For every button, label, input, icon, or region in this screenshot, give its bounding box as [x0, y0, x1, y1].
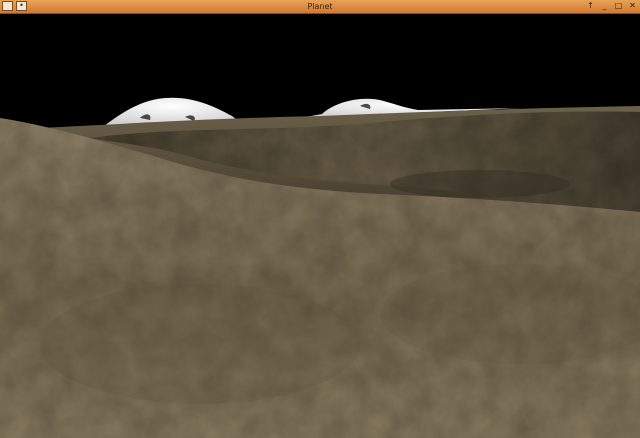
window-title: Planet	[307, 2, 333, 11]
terrain-render	[0, 14, 640, 438]
maximize-icon[interactable]: □	[613, 1, 624, 11]
close-icon[interactable]: ✕	[627, 1, 638, 11]
up-arrow-icon[interactable]: ↑	[585, 1, 596, 11]
titlebar-right-controls: ↑ _ □ ✕	[585, 1, 638, 11]
3d-viewport[interactable]	[0, 14, 640, 438]
minimize-icon[interactable]: _	[599, 1, 610, 11]
titlebar[interactable]: • Planet ↑ _ □ ✕	[0, 0, 640, 14]
application-window: • Planet ↑ _ □ ✕	[0, 0, 640, 438]
